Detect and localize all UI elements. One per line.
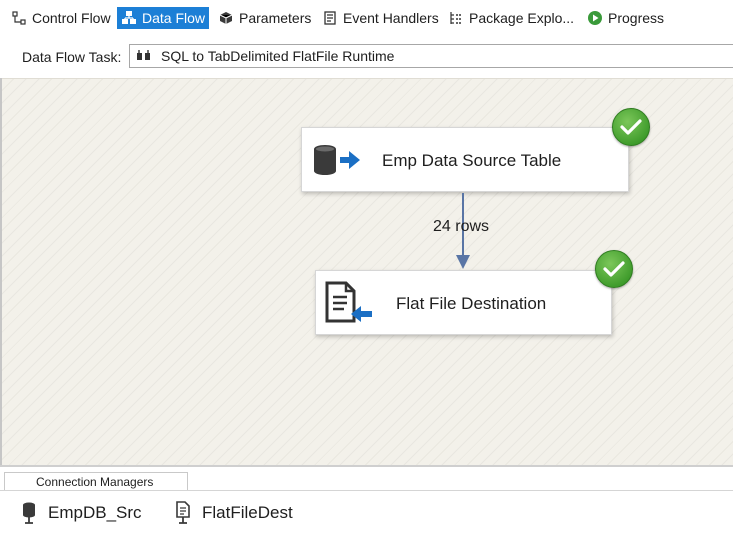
- source-success-icon: [612, 108, 650, 146]
- event-handlers-icon: [321, 10, 338, 27]
- connection-managers-title: Connection Managers: [36, 475, 154, 489]
- ole-db-source-icon: [312, 142, 362, 178]
- tab-data-flow[interactable]: Data Flow: [117, 7, 210, 29]
- data-flow-task-label: Data Flow Task:: [22, 49, 122, 65]
- designer-tab-bar: Control Flow Data Flow Parameters Event …: [0, 0, 733, 36]
- tab-parameters[interactable]: Parameters: [214, 7, 315, 29]
- connection-manager-label: FlatFileDest: [202, 503, 293, 522]
- destination-success-icon: [595, 250, 633, 288]
- database-connection-icon: [19, 501, 39, 525]
- tab-control-flow[interactable]: Control Flow: [7, 7, 115, 29]
- connection-manager-empdb-src[interactable]: EmpDB_Src: [19, 500, 142, 526]
- tab-label: Progress: [608, 10, 665, 26]
- parameters-icon: [217, 10, 234, 27]
- connection-manager-flatfiledest[interactable]: FlatFileDest: [173, 500, 293, 526]
- destination-component-label: Flat File Destination: [396, 294, 547, 313]
- tab-label: Event Handlers: [343, 10, 439, 26]
- tab-event-handlers[interactable]: Event Handlers: [318, 7, 443, 29]
- tab-progress[interactable]: Progress: [583, 7, 668, 29]
- source-component-label: Emp Data Source Table: [382, 151, 562, 170]
- tab-label: Package Explo...: [469, 10, 575, 26]
- data-flow-task-dropdown[interactable]: SQL to TabDelimited FlatFile Runtime: [129, 44, 733, 68]
- tab-package-explorer[interactable]: Package Explo...: [444, 7, 578, 29]
- connection-manager-label: EmpDB_Src: [48, 503, 142, 522]
- data-path-row-count: 24 rows: [433, 218, 490, 235]
- tab-label: Control Flow: [32, 10, 111, 26]
- tab-label: Data Flow: [142, 10, 206, 26]
- tab-label: Parameters: [239, 10, 312, 26]
- control-flow-icon: [10, 10, 27, 27]
- data-path-arrow-icon: [456, 255, 470, 269]
- data-flow-icon: [120, 10, 137, 27]
- flat-file-destination-icon: [324, 281, 374, 325]
- progress-icon: [586, 10, 603, 27]
- connection-managers-divider: [0, 490, 733, 491]
- package-explorer-icon: [447, 10, 464, 27]
- surface-left-border: [0, 78, 2, 465]
- task-selector-row: Data Flow Task: SQL to TabDelimited Flat…: [0, 36, 733, 78]
- selected-task: SQL to TabDelimited FlatFile Runtime: [161, 48, 395, 64]
- source-component[interactable]: Emp Data Source Table: [301, 127, 629, 192]
- connection-managers-tab[interactable]: Connection Managers: [4, 472, 188, 491]
- data-flow-task-icon: [136, 49, 152, 63]
- destination-component[interactable]: Flat File Destination: [315, 270, 612, 335]
- flat-file-connection-icon: [173, 501, 193, 525]
